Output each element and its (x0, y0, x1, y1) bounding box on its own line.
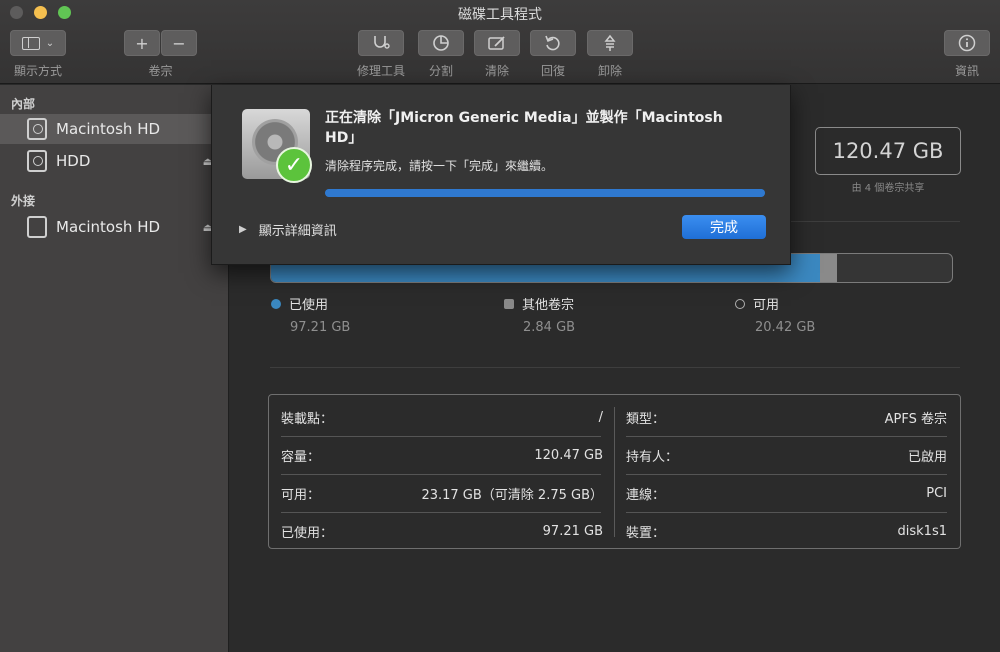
unmount-label: 卸除 (597, 64, 622, 78)
sidebar-item-macintosh-hd[interactable]: Macintosh HD (0, 114, 229, 144)
info-key: 連線： (626, 487, 666, 503)
sidebar-item-label: Macintosh HD (56, 218, 161, 236)
info-row-available: 可用： 23.17 GB（可清除 2.75 GB） (281, 474, 603, 512)
info-row-owners: 持有人： 已啟用 (626, 436, 947, 474)
info-label: 資訊 (954, 64, 979, 78)
stethoscope-icon (374, 36, 390, 49)
legend-used: 已使用 (271, 294, 328, 313)
legend-value-free: 20.42 GB (755, 320, 816, 335)
partition-label: 分割 (428, 64, 453, 78)
progress-fill (325, 189, 765, 197)
shared-note: 由 4 個卷宗共享 (851, 183, 925, 194)
erase-button[interactable] (474, 30, 520, 56)
restore-button[interactable] (530, 30, 576, 56)
info-key: 裝置： (626, 525, 666, 541)
sidebar-item-external-macintosh-hd[interactable]: Macintosh HD ⏏ (0, 212, 229, 242)
capacity-display: 120.47 GB (815, 127, 961, 175)
restore-arrow-icon (545, 35, 560, 51)
first-aid-label: 修理工具 (356, 64, 405, 78)
chevron-down-icon: ⌄ (45, 37, 55, 49)
legend-value-other: 2.84 GB (523, 320, 576, 335)
view-button[interactable]: ⌄ (10, 30, 66, 56)
done-button[interactable]: 完成 (682, 215, 766, 239)
view-label: 顯示方式 (13, 64, 62, 78)
info-row-device: 裝置： disk1s1 (626, 512, 947, 550)
info-value: 已啟用 (907, 449, 947, 465)
column-divider (614, 407, 615, 537)
legend-label: 可用 (753, 298, 780, 313)
checkmark-icon: ✓ (276, 147, 312, 183)
internal-disk-icon (27, 150, 47, 172)
pie-partition-icon (433, 35, 449, 51)
plus-icon: + (135, 33, 149, 53)
info-key: 持有人： (626, 449, 679, 465)
info-value: / (598, 409, 603, 425)
info-row-type: 類型： APFS 卷宗 (626, 398, 947, 436)
info-value: 97.21 GB (542, 523, 603, 539)
other-swatch (504, 298, 514, 309)
info-icon (958, 34, 976, 52)
legend-other: 其他卷宗 (504, 294, 574, 313)
unmount-button[interactable] (587, 30, 633, 56)
erase-pencil-icon (488, 36, 505, 50)
sidebar-item-label: HDD (56, 152, 91, 170)
info-row-connection: 連線： PCI (626, 474, 947, 512)
external-disk-icon (27, 216, 47, 238)
show-details-toggle[interactable]: ▶ 顯示詳細資訊 (239, 220, 337, 239)
usage-other-segment (820, 254, 837, 282)
restore-label: 回復 (540, 64, 565, 78)
legend-label: 其他卷宗 (522, 298, 575, 313)
legend-value-used: 97.21 GB (290, 320, 351, 335)
sidebar: 內部 Macintosh HD HDD ⏏ 外接 Macintosh HD ⏏ (0, 85, 229, 652)
info-value: APFS 卷宗 (884, 411, 947, 427)
add-volume-button[interactable]: + (124, 30, 160, 56)
legend-free: 可用 (735, 294, 779, 313)
remove-volume-button[interactable]: − (161, 30, 197, 56)
sidebar-section-internal: 內部 (11, 97, 36, 111)
sidebar-item-hdd[interactable]: HDD ⏏ (0, 146, 229, 176)
unmount-icon (604, 34, 616, 51)
free-swatch (735, 298, 745, 309)
info-value: disk1s1 (897, 523, 947, 539)
erase-dialog: ✓ 正在清除「JMicron Generic Media」並製作「Macinto… (211, 85, 791, 265)
info-value: 120.47 GB (534, 447, 603, 463)
divider (270, 367, 960, 368)
legend-label: 已使用 (289, 298, 329, 313)
info-row-capacity: 容量： 120.47 GB (281, 436, 603, 474)
title-bar: 磁碟工具程式 ⌄ 顯示方式 + − 卷宗 修理工具 分割 清除 回復 卸除 資訊 (0, 0, 1000, 84)
info-table: 裝載點： / 容量： 120.47 GB 可用： 23.17 GB（可清除 2.… (268, 394, 961, 549)
erase-progress-bar (325, 189, 765, 197)
erase-label: 清除 (484, 64, 509, 78)
first-aid-button[interactable] (358, 30, 404, 56)
sidebar-item-label: Macintosh HD (56, 120, 161, 138)
info-value: PCI (926, 485, 947, 501)
disclosure-triangle-icon: ▶ (239, 224, 247, 235)
sidebar-section-external: 外接 (11, 194, 36, 208)
info-key: 容量： (281, 449, 321, 465)
dialog-message: 清除程序完成，請按一下「完成」來繼續。 (325, 159, 554, 173)
info-value: 23.17 GB（可清除 2.75 GB） (421, 487, 603, 503)
info-key: 已使用： (281, 525, 334, 541)
window-title: 磁碟工具程式 (458, 7, 542, 23)
info-button[interactable] (944, 30, 990, 56)
info-row-mount-point: 裝載點： / (281, 398, 603, 436)
info-key: 可用： (281, 487, 321, 503)
info-key: 類型： (626, 411, 666, 427)
minus-icon: − (172, 33, 186, 53)
sidebar-view-icon (21, 36, 40, 50)
info-row-used: 已使用： 97.21 GB (281, 512, 603, 550)
volume-label: 卷宗 (148, 64, 173, 78)
partition-button[interactable] (418, 30, 464, 56)
info-key: 裝載點： (281, 411, 334, 427)
used-swatch (271, 298, 281, 309)
show-details-label: 顯示詳細資訊 (258, 224, 337, 239)
dialog-title: 正在清除「JMicron Generic Media」並製作「Macintosh… (325, 110, 723, 146)
internal-disk-icon (27, 118, 47, 140)
